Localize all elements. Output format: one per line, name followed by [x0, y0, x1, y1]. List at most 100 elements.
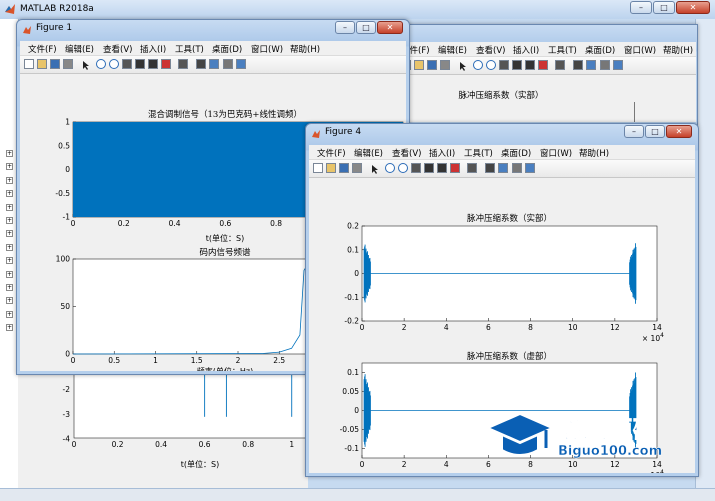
menu-item-1[interactable]: 编辑(E): [65, 43, 94, 55]
menu-item-4[interactable]: 工具(T): [175, 43, 204, 55]
tree-expand-icon[interactable]: +: [6, 203, 13, 211]
data-cursor-icon[interactable]: [525, 60, 535, 70]
menu-item-4[interactable]: 工具(T): [464, 147, 493, 159]
hide-plot-tools-icon[interactable]: [512, 163, 522, 173]
tree-expand-icon[interactable]: +: [6, 310, 13, 318]
menu-item-5[interactable]: 桌面(D): [212, 43, 242, 55]
hide-plot-tools-icon[interactable]: [600, 60, 610, 70]
rotate-3d-icon[interactable]: [424, 163, 434, 173]
figure1-minimize-icon[interactable]: –: [335, 21, 355, 34]
data-cursor-icon[interactable]: [148, 59, 158, 69]
menu-item-2[interactable]: 查看(V): [476, 44, 505, 56]
zoom-out-icon[interactable]: [109, 59, 119, 69]
f1-c1-xtick-label: 0.6: [219, 219, 231, 228]
zoom-out-icon[interactable]: [398, 163, 408, 173]
figure4-minimize-icon[interactable]: –: [624, 125, 644, 138]
menu-item-0[interactable]: 文件(F): [317, 147, 346, 159]
f1-c2-xtick-label: 2: [236, 356, 241, 365]
data-cursor-icon[interactable]: [437, 163, 447, 173]
print-icon[interactable]: [440, 60, 450, 70]
open-file-icon[interactable]: [37, 59, 47, 69]
brush-icon[interactable]: [450, 163, 460, 173]
zoom-in-icon[interactable]: [385, 163, 395, 173]
tree-expand-icon[interactable]: +: [6, 176, 13, 184]
colorbar-icon[interactable]: [573, 60, 583, 70]
pan-hand-icon[interactable]: [411, 163, 421, 173]
tree-expand-icon[interactable]: +: [6, 297, 13, 305]
menu-item-0[interactable]: 文件(F): [28, 43, 57, 55]
select-arrow-icon[interactable]: [80, 59, 90, 70]
hide-plot-tools-icon[interactable]: [223, 59, 233, 69]
figure1-maximize-icon[interactable]: □: [356, 21, 376, 34]
menu-item-3[interactable]: 插入(I): [429, 147, 455, 159]
new-figure-icon[interactable]: [24, 59, 34, 69]
figure4-close-icon[interactable]: ✕: [666, 125, 692, 138]
tree-expand-icon[interactable]: +: [6, 150, 13, 157]
tree-expand-icon[interactable]: +: [6, 324, 13, 332]
colorbar-icon[interactable]: [485, 163, 495, 173]
print-icon[interactable]: [63, 59, 73, 69]
tree-expand-icon[interactable]: +: [6, 270, 13, 278]
pan-hand-icon[interactable]: [499, 60, 509, 70]
new-figure-icon[interactable]: [313, 163, 323, 173]
legend-icon[interactable]: [498, 163, 508, 173]
menu-item-2[interactable]: 查看(V): [103, 43, 132, 55]
zoom-out-icon[interactable]: [486, 60, 496, 70]
menu-item-7[interactable]: 帮助(H): [579, 147, 609, 159]
menu-item-6[interactable]: 窗口(W): [251, 43, 283, 55]
select-arrow-icon[interactable]: [457, 60, 467, 71]
main-titlebar[interactable]: MATLAB R2018a – □ ✕: [0, 0, 715, 19]
print-icon[interactable]: [352, 163, 362, 173]
menu-item-2[interactable]: 查看(V): [392, 147, 421, 159]
pan-hand-icon[interactable]: [122, 59, 132, 69]
menu-item-5[interactable]: 桌面(D): [585, 44, 615, 56]
tree-expand-icon[interactable]: +: [6, 284, 13, 291]
tree-expand-icon[interactable]: +: [6, 217, 13, 224]
show-plot-tools-icon[interactable]: [525, 163, 535, 173]
brush-icon[interactable]: [161, 59, 171, 69]
zoom-in-icon[interactable]: [473, 60, 483, 70]
watermark-site: Biguo100.com: [558, 444, 663, 459]
save-icon[interactable]: [50, 59, 60, 69]
link-plot-icon[interactable]: [555, 60, 565, 70]
zoom-in-icon[interactable]: [96, 59, 106, 69]
minimize-icon[interactable]: –: [630, 1, 652, 14]
menu-item-7[interactable]: 帮助(H): [663, 44, 693, 56]
tree-expand-icon[interactable]: +: [6, 230, 13, 238]
select-arrow-icon[interactable]: [369, 163, 379, 174]
tree-expand-icon[interactable]: +: [6, 257, 13, 265]
menu-item-6[interactable]: 窗口(W): [624, 44, 656, 56]
open-file-icon[interactable]: [326, 163, 336, 173]
maximize-icon[interactable]: □: [653, 1, 675, 14]
close-icon[interactable]: ✕: [676, 1, 710, 14]
save-icon[interactable]: [339, 163, 349, 173]
colorbar-icon[interactable]: [196, 59, 206, 69]
menu-item-3[interactable]: 插入(I): [140, 43, 166, 55]
figure1-close-icon[interactable]: ✕: [377, 21, 403, 34]
rotate-3d-icon[interactable]: [135, 59, 145, 69]
show-plot-tools-icon[interactable]: [236, 59, 246, 69]
menu-item-4[interactable]: 工具(T): [548, 44, 577, 56]
f1-c1-ytick-label: 0: [65, 165, 70, 174]
rotate-3d-icon[interactable]: [512, 60, 522, 70]
figure1-toolbar: [20, 56, 406, 74]
save-icon[interactable]: [427, 60, 437, 70]
link-plot-icon[interactable]: [467, 163, 477, 173]
open-file-icon[interactable]: [414, 60, 424, 70]
tree-expand-icon[interactable]: +: [6, 243, 13, 251]
bg-xtick-label: 0.2: [112, 440, 124, 449]
tree-expand-icon[interactable]: +: [6, 190, 13, 198]
legend-icon[interactable]: [586, 60, 596, 70]
menu-item-3[interactable]: 插入(I): [513, 44, 539, 56]
menu-item-1[interactable]: 编辑(E): [354, 147, 383, 159]
menu-item-5[interactable]: 桌面(D): [501, 147, 531, 159]
brush-icon[interactable]: [538, 60, 548, 70]
menu-item-7[interactable]: 帮助(H): [290, 43, 320, 55]
tree-expand-icon[interactable]: +: [6, 163, 13, 171]
menu-item-6[interactable]: 窗口(W): [540, 147, 572, 159]
show-plot-tools-icon[interactable]: [613, 60, 623, 70]
menu-item-1[interactable]: 编辑(E): [438, 44, 467, 56]
link-plot-icon[interactable]: [178, 59, 188, 69]
legend-icon[interactable]: [209, 59, 219, 69]
figure4-maximize-icon[interactable]: □: [645, 125, 665, 138]
